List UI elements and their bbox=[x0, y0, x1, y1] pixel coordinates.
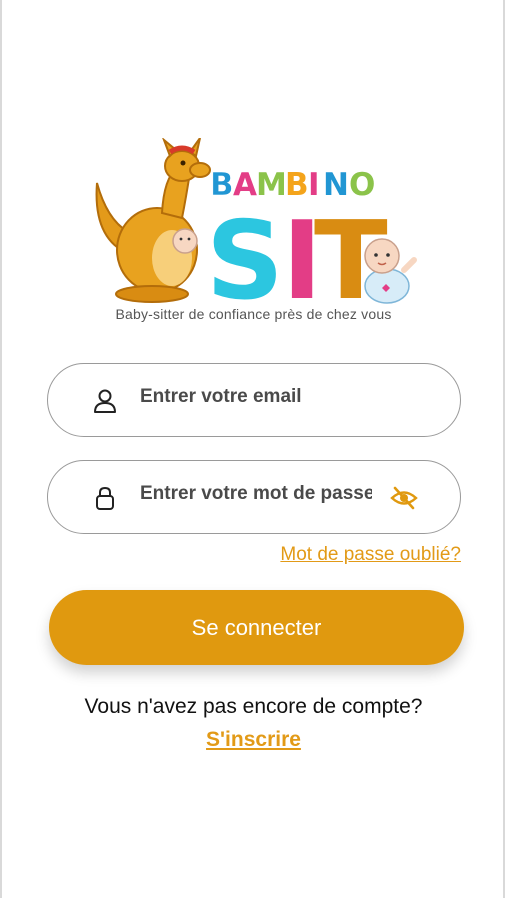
eye-off-icon[interactable] bbox=[390, 485, 418, 511]
svg-text:A: A bbox=[233, 167, 257, 203]
svg-text:B: B bbox=[285, 167, 309, 203]
svg-text:M: M bbox=[256, 167, 287, 203]
email-input[interactable]: Entrer votre email bbox=[140, 386, 372, 408]
svg-text:I: I bbox=[308, 167, 320, 203]
login-button[interactable]: Se connecter bbox=[49, 590, 464, 665]
lock-icon bbox=[96, 486, 114, 510]
forgot-password-link[interactable]: Mot de passe oublié? bbox=[280, 544, 461, 566]
email-field[interactable]: Entrer votre email bbox=[47, 363, 461, 437]
app-frame bbox=[0, 0, 505, 898]
svg-text:O: O bbox=[349, 167, 375, 203]
no-account-prompt: Vous n'avez pas encore de compte? bbox=[84, 695, 423, 718]
user-icon bbox=[94, 389, 116, 413]
password-field[interactable]: Entrer votre mot de passe bbox=[47, 460, 461, 534]
bambino-sit-logo: B A M B I N O S I T bbox=[95, 138, 417, 308]
password-input[interactable]: Entrer votre mot de passe bbox=[140, 483, 372, 505]
svg-text:N: N bbox=[323, 167, 349, 203]
tagline: Baby-sitter de confiance près de chez vo… bbox=[115, 306, 392, 322]
svg-text:S: S bbox=[206, 199, 284, 308]
svg-text:B: B bbox=[210, 167, 234, 203]
signup-link[interactable]: S'inscrire bbox=[0, 728, 507, 752]
